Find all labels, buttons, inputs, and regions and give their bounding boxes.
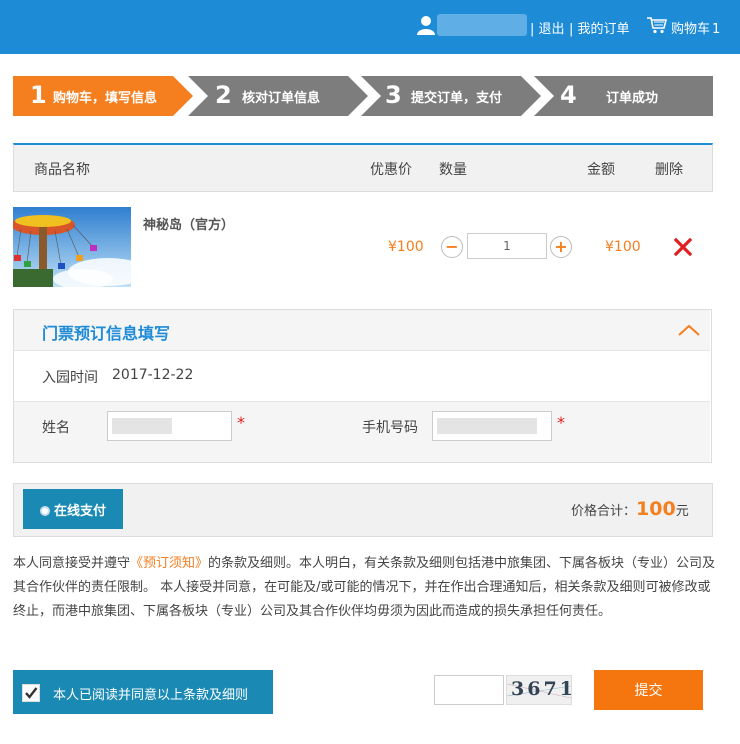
product-amount: ¥100 (605, 239, 641, 255)
product-discount-price: ¥100 (388, 239, 424, 255)
required-mark: * (557, 413, 565, 432)
step-2: 2 核对订单信息 (188, 76, 368, 116)
quantity-input[interactable] (467, 233, 547, 259)
online-pay-label: 在线支付 (53, 502, 106, 518)
user-icon (417, 16, 435, 35)
step-number: 4 (560, 81, 577, 109)
product-thumbnail[interactable] (13, 207, 131, 287)
online-pay-button[interactable]: 在线支付 (23, 489, 123, 529)
logout-link[interactable]: | 退出 (530, 18, 565, 37)
quantity-plus-button[interactable]: + (550, 236, 572, 258)
ticket-info-title: 门票预订信息填写 (42, 324, 171, 343)
total-price: 价格合计：100元 (571, 498, 689, 520)
cart-link[interactable]: 购物车 1 (671, 18, 720, 37)
step-label: 订单成功 (606, 91, 659, 106)
cart-count: 1 (712, 22, 721, 37)
step-number: 1 (30, 81, 47, 109)
booking-notice-link[interactable]: 《预订须知》 (130, 556, 208, 571)
phone-input[interactable] (432, 411, 552, 441)
required-mark: * (237, 413, 245, 432)
phone-label: 手机号码 (362, 420, 418, 436)
step-label: 购物车，填写信息 (53, 91, 158, 106)
col-delete: 删除 (655, 162, 683, 178)
quantity-minus-button[interactable]: − (441, 236, 463, 258)
entry-date-label: 入园时间 (42, 370, 98, 386)
my-orders-link[interactable]: | 我的订单 (569, 18, 630, 37)
agree-checkbox[interactable] (22, 684, 40, 702)
cart-label: 购物车 (671, 22, 711, 37)
captcha-image[interactable]: 3671 (506, 675, 573, 705)
captcha-input[interactable] (434, 675, 504, 705)
delete-icon[interactable] (674, 238, 692, 256)
col-discount-price: 优惠价 (370, 162, 412, 178)
product-name[interactable]: 神秘岛（官方） (143, 214, 234, 233)
step-4: 4 订单成功 (534, 76, 713, 116)
terms-part1: 本人同意接受并遵守 (13, 556, 131, 571)
checkmark-icon (25, 687, 38, 699)
total-label: 价格合计： (571, 504, 637, 519)
step-3: 3 提交订单，支付 (361, 76, 541, 116)
col-product-name: 商品名称 (34, 162, 90, 178)
step-label: 核对订单信息 (242, 91, 321, 106)
name-label: 姓名 (42, 420, 70, 436)
cart-icon[interactable] (647, 16, 667, 34)
chevron-up-icon[interactable] (677, 323, 701, 337)
total-value: 100 (636, 498, 676, 520)
captcha-code: 3671 (511, 678, 576, 700)
agree-label: 本人已阅读并同意以上条款及细则 (53, 688, 249, 703)
col-amount: 金额 (587, 162, 615, 178)
step-1: 1 购物车，填写信息 (13, 76, 193, 116)
step-number: 2 (215, 81, 232, 109)
step-label: 提交订单，支付 (411, 91, 503, 106)
entry-date-value: 2017-12-22 (112, 367, 194, 383)
redacted-value (112, 418, 172, 434)
name-input[interactable] (107, 411, 232, 441)
redacted-value (437, 418, 537, 434)
submit-button[interactable]: 提交 (594, 670, 703, 710)
col-quantity: 数量 (439, 162, 467, 178)
username-redacted (437, 14, 527, 36)
total-unit: 元 (675, 504, 689, 519)
step-number: 3 (385, 81, 402, 109)
radio-selected-icon (39, 506, 50, 517)
terms-text: 本人同意接受并遵守《预订须知》的条款及细则。本人明白，有关条款及细则包括港中旅集… (13, 552, 718, 624)
